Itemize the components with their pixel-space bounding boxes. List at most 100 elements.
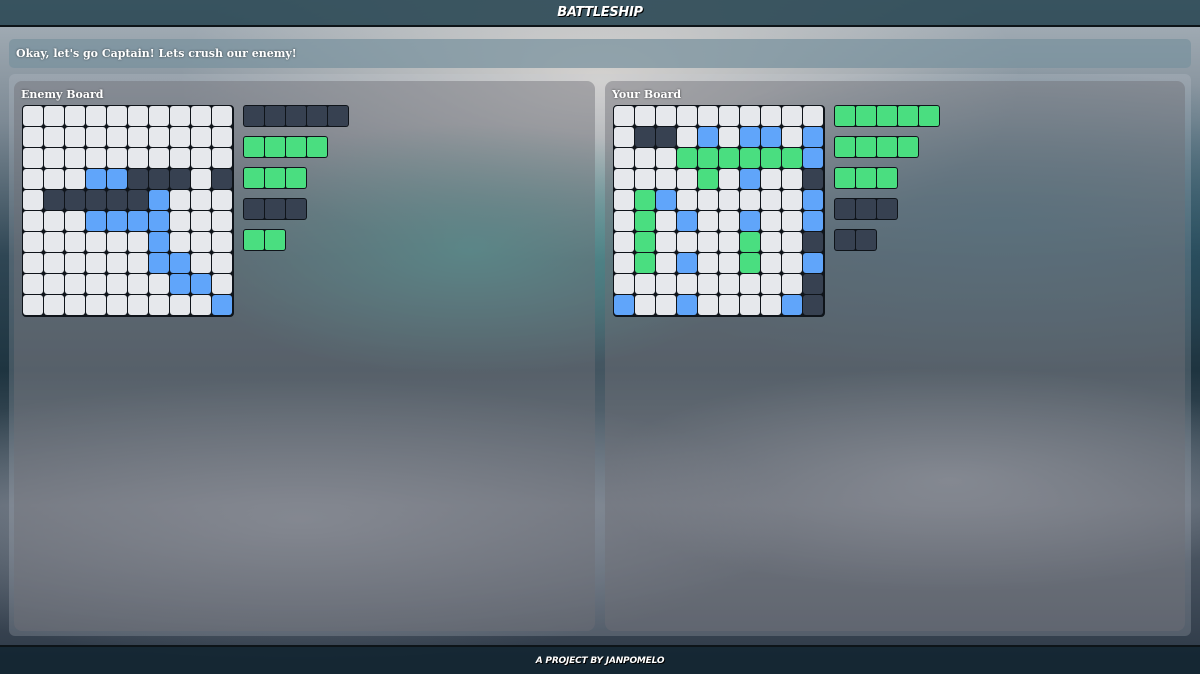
grid-cell-empty[interactable] bbox=[149, 274, 169, 294]
grid-cell-miss[interactable] bbox=[149, 190, 169, 210]
grid-cell-empty[interactable] bbox=[86, 148, 106, 168]
grid-cell-empty[interactable] bbox=[212, 253, 232, 273]
grid-cell-empty[interactable] bbox=[23, 106, 43, 126]
grid-cell-empty[interactable] bbox=[23, 169, 43, 189]
grid-cell-empty[interactable] bbox=[212, 127, 232, 147]
grid-cell-empty[interactable] bbox=[86, 295, 106, 315]
grid-cell-empty[interactable] bbox=[44, 211, 64, 231]
grid-cell-empty[interactable] bbox=[44, 274, 64, 294]
grid-cell-empty[interactable] bbox=[65, 274, 85, 294]
grid-cell-ship[interactable] bbox=[128, 190, 148, 210]
grid-cell-empty[interactable] bbox=[149, 127, 169, 147]
grid-cell-miss[interactable] bbox=[107, 169, 127, 189]
grid-cell-empty[interactable] bbox=[44, 127, 64, 147]
grid-cell-empty[interactable] bbox=[86, 106, 106, 126]
grid-cell-ship[interactable] bbox=[128, 169, 148, 189]
grid-cell-empty[interactable] bbox=[128, 148, 148, 168]
grid-cell-ship[interactable] bbox=[149, 169, 169, 189]
grid-cell-empty[interactable] bbox=[23, 148, 43, 168]
grid-cell-miss[interactable] bbox=[170, 274, 190, 294]
grid-cell-empty[interactable] bbox=[107, 232, 127, 252]
grid-cell-empty[interactable] bbox=[191, 127, 211, 147]
grid-cell-empty[interactable] bbox=[107, 127, 127, 147]
grid-cell-empty[interactable] bbox=[170, 148, 190, 168]
grid-cell-empty[interactable] bbox=[44, 295, 64, 315]
grid-cell-ship[interactable] bbox=[65, 190, 85, 210]
grid-cell-empty[interactable] bbox=[65, 127, 85, 147]
grid-cell-empty[interactable] bbox=[128, 253, 148, 273]
grid-cell-empty[interactable] bbox=[170, 295, 190, 315]
grid-cell-empty[interactable] bbox=[212, 274, 232, 294]
grid-cell-empty[interactable] bbox=[212, 190, 232, 210]
grid-cell-empty[interactable] bbox=[107, 274, 127, 294]
grid-cell-ship[interactable] bbox=[107, 190, 127, 210]
grid-cell-empty[interactable] bbox=[212, 232, 232, 252]
grid-cell-empty[interactable] bbox=[212, 106, 232, 126]
grid-cell-empty[interactable] bbox=[44, 232, 64, 252]
grid-cell-empty[interactable] bbox=[149, 295, 169, 315]
grid-cell-empty[interactable] bbox=[44, 253, 64, 273]
grid-cell-miss[interactable] bbox=[128, 211, 148, 231]
grid-cell-empty[interactable] bbox=[23, 295, 43, 315]
grid-cell-empty[interactable] bbox=[65, 106, 85, 126]
grid-cell-empty[interactable] bbox=[191, 295, 211, 315]
grid-cell-empty[interactable] bbox=[149, 148, 169, 168]
grid-cell-miss[interactable] bbox=[107, 211, 127, 231]
grid-cell-miss[interactable] bbox=[149, 253, 169, 273]
grid-cell-empty[interactable] bbox=[44, 169, 64, 189]
grid-cell-empty[interactable] bbox=[170, 190, 190, 210]
grid-cell-empty[interactable] bbox=[191, 253, 211, 273]
grid-cell-empty[interactable] bbox=[212, 211, 232, 231]
grid-cell-ship[interactable] bbox=[44, 190, 64, 210]
grid-cell-empty[interactable] bbox=[170, 211, 190, 231]
grid-cell-empty[interactable] bbox=[128, 232, 148, 252]
grid-cell-empty[interactable] bbox=[86, 274, 106, 294]
grid-cell-empty[interactable] bbox=[191, 211, 211, 231]
grid-cell-empty[interactable] bbox=[170, 232, 190, 252]
grid-cell-miss[interactable] bbox=[191, 274, 211, 294]
grid-cell-empty[interactable] bbox=[128, 295, 148, 315]
grid-cell-empty[interactable] bbox=[65, 148, 85, 168]
grid-cell-empty[interactable] bbox=[86, 232, 106, 252]
grid-cell-empty[interactable] bbox=[128, 274, 148, 294]
grid-cell-empty[interactable] bbox=[44, 106, 64, 126]
grid-cell-empty[interactable] bbox=[128, 127, 148, 147]
grid-cell-empty[interactable] bbox=[86, 253, 106, 273]
grid-cell-empty[interactable] bbox=[23, 232, 43, 252]
grid-cell-miss[interactable] bbox=[149, 232, 169, 252]
grid-cell-empty[interactable] bbox=[107, 148, 127, 168]
grid-cell-empty[interactable] bbox=[23, 274, 43, 294]
grid-cell-empty[interactable] bbox=[23, 253, 43, 273]
grid-cell-empty[interactable] bbox=[191, 232, 211, 252]
grid-cell-empty[interactable] bbox=[23, 190, 43, 210]
grid-cell-miss[interactable] bbox=[212, 295, 232, 315]
grid-cell-empty[interactable] bbox=[128, 106, 148, 126]
grid-cell-miss[interactable] bbox=[149, 211, 169, 231]
grid-cell-empty[interactable] bbox=[107, 106, 127, 126]
grid-cell-empty[interactable] bbox=[65, 232, 85, 252]
grid-cell-empty[interactable] bbox=[65, 169, 85, 189]
grid-cell-miss[interactable] bbox=[86, 169, 106, 189]
grid-cell-empty[interactable] bbox=[212, 148, 232, 168]
grid-cell-empty[interactable] bbox=[191, 190, 211, 210]
enemy-grid[interactable] bbox=[22, 105, 234, 317]
grid-cell-empty[interactable] bbox=[65, 295, 85, 315]
grid-cell-empty[interactable] bbox=[65, 253, 85, 273]
grid-cell-empty[interactable] bbox=[170, 106, 190, 126]
grid-cell-empty[interactable] bbox=[65, 211, 85, 231]
grid-cell-miss[interactable] bbox=[86, 211, 106, 231]
grid-cell-empty[interactable] bbox=[86, 127, 106, 147]
grid-cell-ship[interactable] bbox=[86, 190, 106, 210]
grid-cell-empty[interactable] bbox=[149, 106, 169, 126]
grid-cell-ship[interactable] bbox=[170, 169, 190, 189]
grid-cell-empty[interactable] bbox=[23, 127, 43, 147]
grid-cell-empty[interactable] bbox=[170, 127, 190, 147]
grid-cell-empty[interactable] bbox=[191, 148, 211, 168]
grid-cell-empty[interactable] bbox=[44, 148, 64, 168]
grid-cell-empty[interactable] bbox=[107, 295, 127, 315]
grid-cell-ship[interactable] bbox=[212, 169, 232, 189]
grid-cell-empty[interactable] bbox=[107, 253, 127, 273]
grid-cell-empty[interactable] bbox=[191, 169, 211, 189]
grid-cell-miss[interactable] bbox=[170, 253, 190, 273]
grid-cell-empty[interactable] bbox=[23, 211, 43, 231]
